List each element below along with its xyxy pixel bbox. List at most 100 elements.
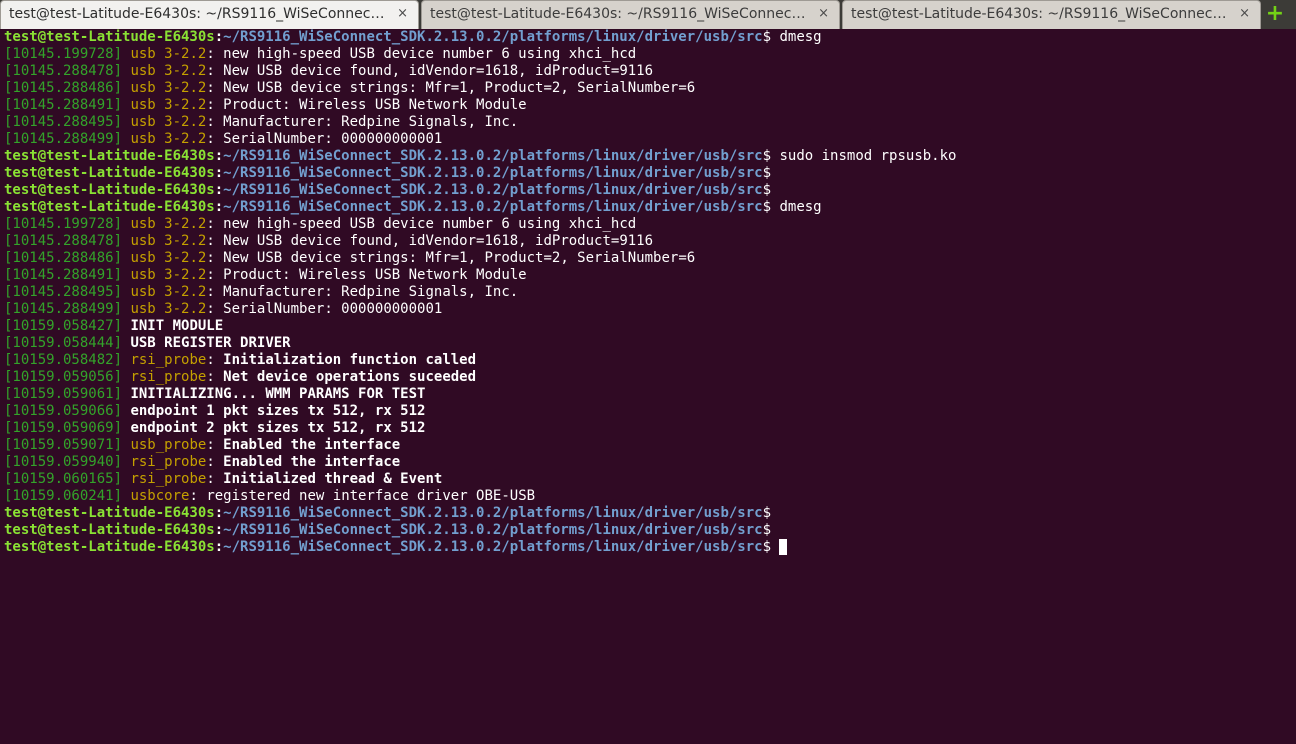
log-line: [10159.060241] usbcore: registered new i… [4, 488, 1296, 505]
log-separator: : [206, 301, 224, 317]
tab-terminal-2[interactable]: test@test-Latitude-E6430s: ~/RS9116_WiSe… [421, 0, 840, 29]
log-timestamp: [10145.288486] [4, 80, 123, 96]
prompt-colon: : [214, 29, 224, 45]
tab-bar: test@test-Latitude-E6430s: ~/RS9116_WiSe… [0, 0, 1296, 29]
log-message: Enabled the interface [223, 437, 401, 453]
log-source: usbcore [130, 488, 190, 504]
log-timestamp: [10159.058444] [4, 335, 123, 351]
log-separator: : [206, 454, 224, 470]
log-line: [10145.288495] usb 3-2.2: Manufacturer: … [4, 114, 1296, 131]
log-line: [10159.059940] rsi_probe: Enabled the in… [4, 454, 1296, 471]
log-source: rsi_probe [130, 352, 207, 368]
log-line: [10145.288499] usb 3-2.2: SerialNumber: … [4, 131, 1296, 148]
add-tab-icon[interactable]: + [1265, 0, 1285, 29]
log-timestamp: [10159.059071] [4, 437, 123, 453]
log-timestamp: [10145.288486] [4, 250, 123, 266]
log-message: New USB device found, idVendor=1618, idP… [223, 233, 654, 249]
tab-terminal-3[interactable]: test@test-Latitude-E6430s: ~/RS9116_WiSe… [842, 0, 1261, 29]
log-timestamp: [10145.288478] [4, 233, 123, 249]
log-source: usb 3-2.2 [130, 301, 207, 317]
prompt-colon: : [214, 148, 224, 164]
prompt-user: test@test-Latitude-E6430s [4, 505, 215, 521]
log-message: Initialization function called [223, 352, 477, 368]
log-message: SerialNumber: 000000000001 [223, 301, 443, 317]
prompt-colon: : [214, 165, 224, 181]
log-source: usb 3-2.2 [130, 284, 207, 300]
tab-terminal-1[interactable]: test@test-Latitude-E6430s: ~/RS9116_WiSe… [0, 0, 419, 29]
log-separator: : [206, 46, 224, 62]
log-line: [10159.058482] rsi_probe: Initialization… [4, 352, 1296, 369]
prompt-colon: : [214, 505, 224, 521]
log-separator: : [206, 267, 224, 283]
log-message: Initialized thread & Event [223, 471, 443, 487]
close-icon[interactable]: × [397, 6, 408, 21]
log-timestamp: [10145.288491] [4, 97, 123, 113]
log-message: New USB device found, idVendor=1618, idP… [223, 63, 654, 79]
log-line: [10145.199728] usb 3-2.2: new high-speed… [4, 216, 1296, 233]
log-source: usb 3-2.2 [130, 131, 207, 147]
prompt-user: test@test-Latitude-E6430s [4, 539, 215, 555]
close-icon[interactable]: × [818, 6, 829, 21]
prompt-suffix: $ [762, 165, 772, 181]
command-text [771, 539, 779, 555]
log-separator: : [189, 488, 207, 504]
log-line: [10159.059069] endpoint 2 pkt sizes tx 5… [4, 420, 1296, 437]
log-message: New USB device strings: Mfr=1, Product=2… [223, 250, 696, 266]
prompt-path: ~/RS9116_WiSeConnect_SDK.2.13.0.2/platfo… [223, 199, 763, 215]
log-timestamp: [10159.058482] [4, 352, 123, 368]
log-separator: : [206, 97, 224, 113]
prompt-suffix: $ [762, 199, 772, 215]
tab-label: test@test-Latitude-E6430s: ~/RS9116_WiSe… [430, 6, 810, 22]
log-message: INIT MODULE [130, 318, 224, 334]
prompt-user: test@test-Latitude-E6430s [4, 165, 215, 181]
log-separator: : [206, 352, 224, 368]
prompt-user: test@test-Latitude-E6430s [4, 199, 215, 215]
log-timestamp: [10159.058427] [4, 318, 123, 334]
log-timestamp: [10145.199728] [4, 216, 123, 232]
log-timestamp: [10145.288491] [4, 267, 123, 283]
log-message: Manufacturer: Redpine Signals, Inc. [223, 284, 519, 300]
prompt-path: ~/RS9116_WiSeConnect_SDK.2.13.0.2/platfo… [223, 29, 763, 45]
log-message: endpoint 2 pkt sizes tx 512, rx 512 [130, 420, 426, 436]
tab-label: test@test-Latitude-E6430s: ~/RS9116_WiSe… [9, 6, 389, 22]
log-message: Net device operations suceeded [223, 369, 477, 385]
log-source: usb 3-2.2 [130, 267, 207, 283]
log-separator: : [206, 63, 224, 79]
log-source: usb 3-2.2 [130, 46, 207, 62]
terminal-output[interactable]: test@test-Latitude-E6430s:~/RS9116_WiSeC… [0, 29, 1296, 744]
log-timestamp: [10145.199728] [4, 46, 123, 62]
prompt-line: test@test-Latitude-E6430s:~/RS9116_WiSeC… [4, 199, 1296, 216]
prompt-line: test@test-Latitude-E6430s:~/RS9116_WiSeC… [4, 522, 1296, 539]
log-message: Manufacturer: Redpine Signals, Inc. [223, 114, 519, 130]
log-timestamp: [10145.288499] [4, 301, 123, 317]
prompt-suffix: $ [762, 539, 772, 555]
prompt-line: test@test-Latitude-E6430s:~/RS9116_WiSeC… [4, 505, 1296, 522]
prompt-user: test@test-Latitude-E6430s [4, 29, 215, 45]
log-separator: : [206, 131, 224, 147]
log-line: [10145.288491] usb 3-2.2: Product: Wirel… [4, 267, 1296, 284]
log-message: New USB device strings: Mfr=1, Product=2… [223, 80, 696, 96]
command-text: dmesg [771, 199, 822, 215]
close-icon[interactable]: × [1239, 6, 1250, 21]
prompt-path: ~/RS9116_WiSeConnect_SDK.2.13.0.2/platfo… [223, 148, 763, 164]
log-message: SerialNumber: 000000000001 [223, 131, 443, 147]
log-line: [10159.059071] usb_probe: Enabled the in… [4, 437, 1296, 454]
command-text: dmesg [771, 29, 822, 45]
log-timestamp: [10159.059066] [4, 403, 123, 419]
log-source: usb 3-2.2 [130, 80, 207, 96]
log-separator: : [206, 437, 224, 453]
log-source: rsi_probe [130, 369, 207, 385]
prompt-user: test@test-Latitude-E6430s [4, 148, 215, 164]
log-timestamp: [10159.059061] [4, 386, 123, 402]
log-separator: : [206, 284, 224, 300]
log-separator: : [206, 80, 224, 96]
log-line: [10159.059066] endpoint 1 pkt sizes tx 5… [4, 403, 1296, 420]
log-timestamp: [10159.059069] [4, 420, 123, 436]
log-message: endpoint 1 pkt sizes tx 512, rx 512 [130, 403, 426, 419]
prompt-suffix: $ [762, 182, 772, 198]
command-text: sudo insmod rpsusb.ko [771, 148, 957, 164]
log-line: [10145.288486] usb 3-2.2: New USB device… [4, 250, 1296, 267]
log-source: usb 3-2.2 [130, 114, 207, 130]
prompt-line: test@test-Latitude-E6430s:~/RS9116_WiSeC… [4, 29, 1296, 46]
log-line: [10159.059061] INITIALIZING... WMM PARAM… [4, 386, 1296, 403]
